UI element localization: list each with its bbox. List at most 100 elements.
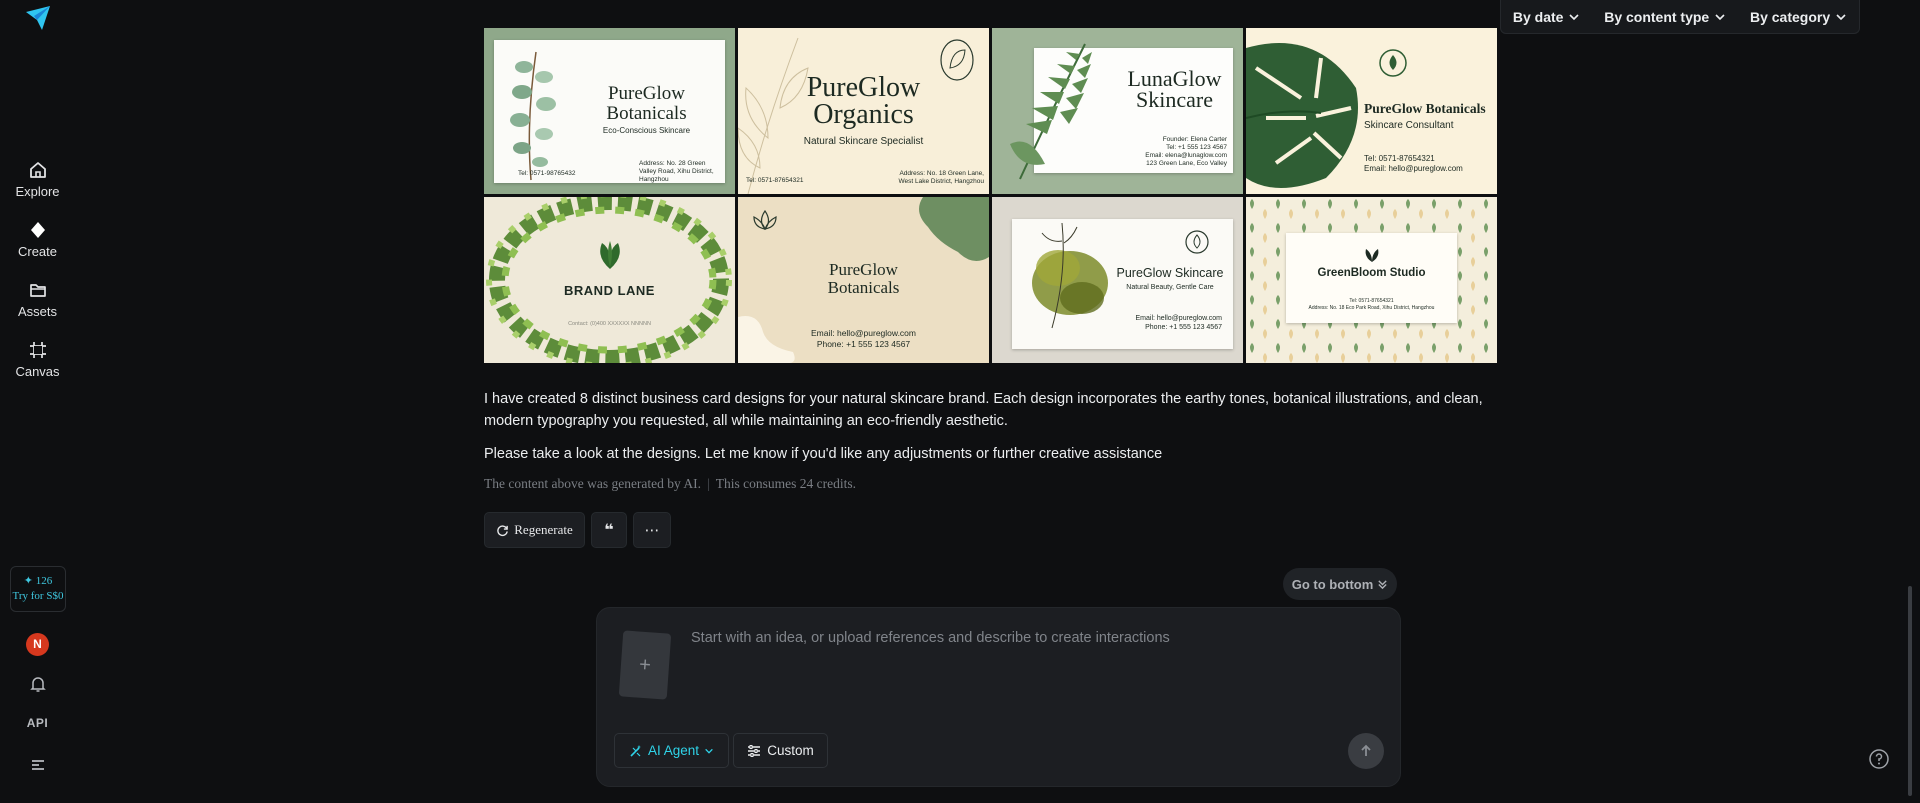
- avatar[interactable]: N: [26, 633, 49, 656]
- card-address: Address: No. 28 Green Valley Road, Xihu …: [639, 160, 714, 183]
- card-tel: Tel: 0571-98765432: [518, 170, 576, 177]
- business-card-8[interactable]: GreenBloom Studio Tel: 0571-87654321 Add…: [1246, 197, 1497, 363]
- plus-icon: +: [638, 653, 652, 677]
- ai-response-paragraph: I have created 8 distinct business card …: [484, 391, 1483, 429]
- try-label[interactable]: Try for S$0: [11, 590, 65, 602]
- regenerate-button[interactable]: Regenerate: [484, 512, 585, 548]
- sidebar-item-explore[interactable]: Explore: [0, 160, 75, 199]
- card-email: Email: hello@pureglow.com: [1135, 315, 1222, 322]
- menu-icon[interactable]: [28, 755, 48, 775]
- card-title: PureGlow Skincare: [1116, 266, 1224, 280]
- scrollbar[interactable]: [1908, 586, 1912, 796]
- ai-response-paragraph: Please take a look at the designs. Let m…: [484, 446, 1163, 462]
- card-title-line: Botanicals: [606, 103, 687, 124]
- prompt-input[interactable]: [689, 628, 1373, 692]
- folder-icon: [29, 284, 46, 297]
- help-icon[interactable]: [1868, 748, 1890, 770]
- business-card-5[interactable]: BRAND LANE Contact: (0)400 XXXXXX NNNNN: [484, 197, 735, 363]
- magic-wand-icon: [630, 744, 641, 757]
- card-tel: Tel: +1 555 123 4567: [1166, 144, 1227, 151]
- sidebar-item-label: Canvas: [15, 364, 60, 379]
- quote-button[interactable]: ❝: [591, 512, 627, 548]
- response-actions: Regenerate ❝ ⋯: [484, 512, 671, 548]
- card-title: BRAND LANE: [564, 283, 655, 298]
- arrow-up-icon: [1361, 744, 1371, 756]
- card-title-line: PureGlow: [806, 72, 921, 103]
- business-card-grid: PureGlow Botanicals Eco-Conscious Skinca…: [484, 28, 1497, 364]
- ai-agent-selector[interactable]: AI Agent: [614, 733, 729, 768]
- business-card-7[interactable]: PureGlow Skincare Natural Beauty, Gentle…: [992, 197, 1243, 363]
- regenerate-label: Regenerate: [514, 522, 573, 537]
- chevron-down-icon: [1715, 13, 1725, 20]
- refresh-icon: [497, 524, 509, 536]
- sidebar-item-create[interactable]: Create: [0, 220, 75, 259]
- home-icon: [29, 162, 46, 178]
- leaf-logo-icon: [1365, 249, 1379, 262]
- more-options-button[interactable]: ⋯: [633, 512, 671, 548]
- leaf-wreath-illustration: [486, 197, 732, 363]
- sidebar-item-label: Assets: [17, 304, 57, 319]
- credits-consumed-note: This consumes 24 credits.: [715, 476, 856, 491]
- divider: |: [707, 476, 710, 491]
- business-card-3[interactable]: LunaGlow Skincare Founder: Elena Carter …: [992, 28, 1243, 194]
- card-contact-block: Tel: 0571-87654321 Email: hello@pureglow…: [1364, 154, 1463, 174]
- card-phone: Phone: +1 555 123 4567: [1145, 324, 1222, 331]
- card-address: Address: No. 18 Eco Park Road, Xihu Dist…: [1308, 305, 1435, 311]
- business-card-1[interactable]: PureGlow Botanicals Eco-Conscious Skinca…: [484, 28, 735, 194]
- card-title-line: Botanicals: [827, 278, 900, 297]
- custom-label: Custom: [767, 743, 814, 758]
- filter-by-content-type[interactable]: By content type: [1604, 9, 1726, 25]
- bell-icon[interactable]: [28, 674, 48, 694]
- card-title: LunaGlow Skincare: [1112, 68, 1237, 112]
- card-address: 123 Green Lane, Eco Valley: [1146, 160, 1227, 167]
- card-title-line: Organics: [813, 99, 914, 130]
- upload-reference-button[interactable]: +: [618, 630, 672, 700]
- leaf-emblem-icon: [1379, 49, 1407, 77]
- card-title: PureGlow Botanicals: [1364, 101, 1486, 116]
- leaf-logo-icon: [600, 241, 620, 269]
- card-subtitle: Eco-Conscious Skincare: [602, 126, 691, 135]
- card-title: GreenBloom Studio: [1317, 267, 1426, 279]
- double-chevron-down-icon: [1378, 579, 1387, 589]
- sidebar-item-assets[interactable]: Assets: [0, 280, 75, 319]
- lotus-icon: [753, 209, 777, 230]
- filter-by-category[interactable]: By category: [1750, 9, 1847, 25]
- card-tel: Tel: 0571-87654321: [1349, 298, 1394, 304]
- sidebar-item-label: Create: [17, 244, 58, 259]
- leaf-emblem-icon: [1185, 230, 1209, 254]
- custom-settings-button[interactable]: Custom: [733, 733, 828, 768]
- business-card-6[interactable]: PureGlow Botanicals Email: hello@pureglo…: [738, 197, 989, 363]
- more-icon: ⋯: [644, 522, 660, 539]
- sliders-icon: [748, 744, 761, 757]
- credits-box[interactable]: ✦ 126 Try for S$0: [10, 566, 66, 612]
- go-to-bottom-button[interactable]: Go to bottom: [1283, 568, 1397, 600]
- card-address: Address: No. 18 Green Lane, West Lake Di…: [898, 170, 985, 185]
- card-contact: Contact: (0)400 XXXXXX NNNNN: [568, 321, 651, 327]
- api-link[interactable]: API: [0, 716, 75, 730]
- go-to-bottom-label: Go to bottom: [1291, 576, 1374, 592]
- chevron-down-icon: [1836, 13, 1846, 20]
- card-contact-block: Email: hello@pureglow.com Phone: +1 555 …: [738, 328, 989, 350]
- business-card-4[interactable]: PureGlow Botanicals Skincare Consultant …: [1246, 28, 1497, 194]
- monstera-leaf-illustration: [1246, 43, 1358, 188]
- business-card-2[interactable]: PureGlow Organics Natural Skincare Speci…: [738, 28, 989, 194]
- card-email: Email: elena@lunaglow.com: [1145, 152, 1227, 159]
- filter-label: By category: [1749, 8, 1831, 25]
- card-title-line: Skincare: [1136, 87, 1213, 112]
- filter-by-date[interactable]: By date: [1513, 9, 1581, 25]
- send-button[interactable]: [1348, 733, 1384, 769]
- ai-disclaimer: The content above was generated by AI. | T…: [484, 476, 856, 492]
- card-phone: Phone: +1 555 123 4567: [816, 339, 911, 349]
- card-email: Email: hello@pureglow.com: [1364, 164, 1463, 173]
- sidebar: Explore Create Assets Canvas ✦ 126 Try f…: [0, 0, 75, 803]
- card-title: PureGlow Botanicals: [564, 84, 729, 124]
- card-title-line: PureGlow: [829, 260, 898, 279]
- card-title-line: PureGlow: [607, 83, 686, 104]
- quote-icon: ❝: [604, 522, 614, 539]
- sidebar-item-canvas[interactable]: Canvas: [0, 340, 75, 379]
- canvas-icon: [29, 342, 46, 358]
- app-logo[interactable]: [24, 4, 52, 32]
- ai-agent-label: AI Agent: [647, 743, 700, 758]
- ai-note: The content above was generated by AI.: [484, 476, 702, 491]
- chevron-down-icon: [705, 748, 713, 754]
